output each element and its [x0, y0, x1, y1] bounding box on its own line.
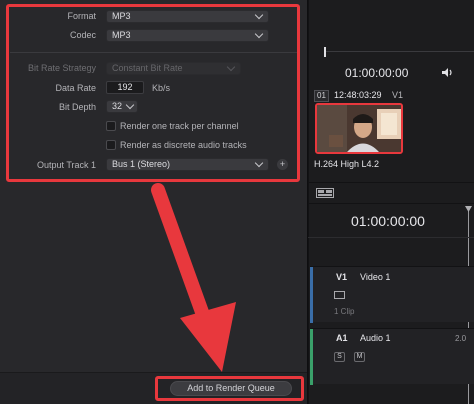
timeline-view-icon[interactable] — [316, 188, 334, 200]
speaker-icon[interactable] — [441, 67, 455, 80]
mute-button[interactable]: M — [354, 352, 365, 362]
video-track-tag: V1 — [336, 272, 348, 282]
divider — [308, 203, 474, 204]
divider — [308, 237, 474, 238]
audio-track-name: Audio 1 — [360, 333, 391, 343]
render-settings-panel: Format MP3 Codec MP3 Bit Rate Strategy C… — [0, 0, 307, 404]
audio-track-tag: A1 — [336, 333, 348, 343]
clip-thumbnail-icon[interactable] — [315, 103, 403, 154]
clip-timecode: 12:48:03:29 — [334, 90, 382, 100]
video-track-clip-count: 1 Clip — [334, 307, 355, 316]
scrubber-track[interactable] — [326, 51, 474, 52]
clip-index-badge: 01 — [314, 90, 329, 102]
audio-track-channels: 2.0 — [455, 334, 467, 343]
divider — [308, 182, 474, 183]
scrubber-playhead[interactable] — [324, 47, 326, 57]
solo-button[interactable]: S — [334, 352, 345, 362]
video-track-name: Video 1 — [360, 272, 391, 282]
video-track-monitor-icon[interactable] — [334, 291, 345, 299]
clip-codec-label: H.264 High L4.2 — [314, 159, 380, 169]
timeline-timecode: 01:00:00:00 — [351, 213, 425, 229]
highlight-box-settings — [6, 4, 300, 182]
video-track-color-bar — [310, 267, 313, 323]
viewer-timecode: 01:00:00:00 — [345, 66, 409, 80]
highlight-box-render-button — [155, 376, 304, 401]
audio-track-color-bar — [310, 329, 313, 385]
clip-track-label: V1 — [392, 90, 404, 100]
